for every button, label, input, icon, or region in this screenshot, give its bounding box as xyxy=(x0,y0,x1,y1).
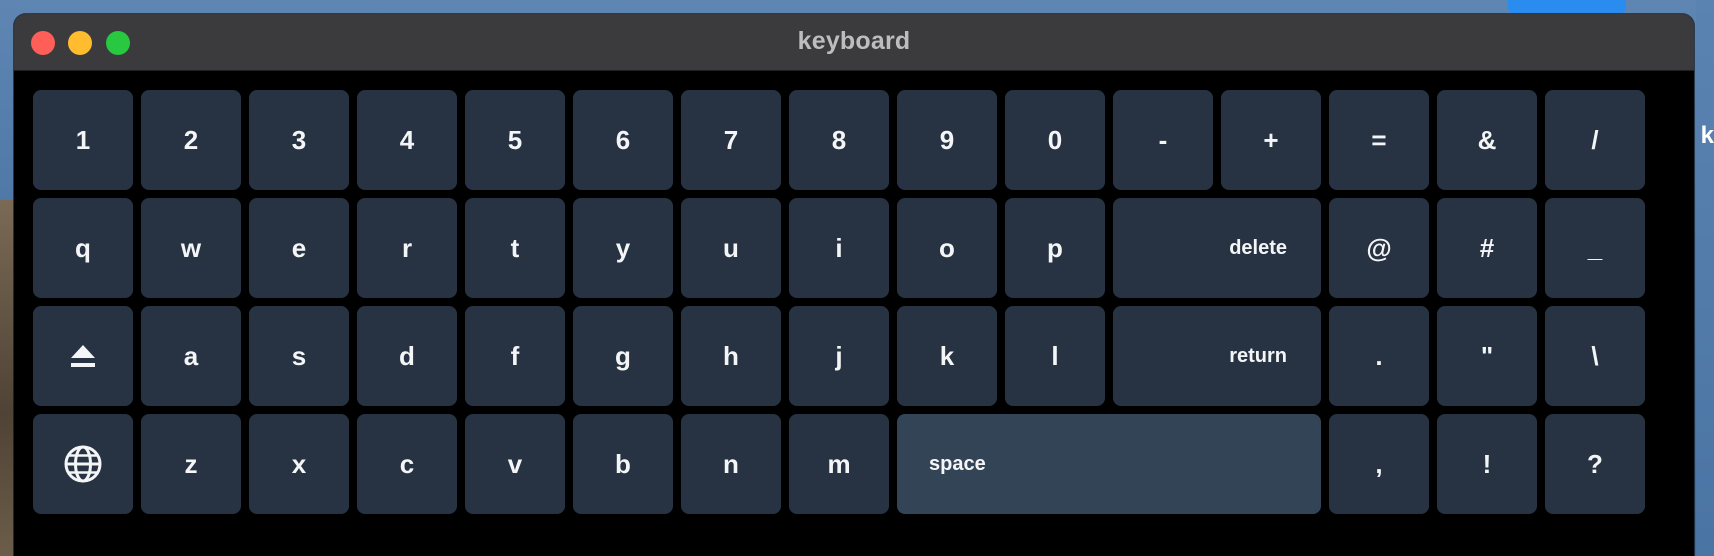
key-underscore[interactable]: _ xyxy=(1545,198,1645,298)
key-3[interactable]: 3 xyxy=(249,90,349,190)
key-6[interactable]: 6 xyxy=(573,90,673,190)
key-0[interactable]: 0 xyxy=(1005,90,1105,190)
key-7[interactable]: 7 xyxy=(681,90,781,190)
eject-shift-icon xyxy=(68,341,98,371)
key-f[interactable]: f xyxy=(465,306,565,406)
title-bar: keyboard xyxy=(14,14,1694,71)
key-b[interactable]: b xyxy=(573,414,673,514)
key-q[interactable]: q xyxy=(33,198,133,298)
key-u[interactable]: u xyxy=(681,198,781,298)
key-g[interactable]: g xyxy=(573,306,673,406)
key-comma[interactable]: , xyxy=(1329,414,1429,514)
key-space[interactable]: space xyxy=(897,414,1321,514)
key-4[interactable]: 4 xyxy=(357,90,457,190)
key-y[interactable]: y xyxy=(573,198,673,298)
key-slash[interactable]: / xyxy=(1545,90,1645,190)
key-o[interactable]: o xyxy=(897,198,997,298)
globe-icon xyxy=(62,443,104,485)
key-plus[interactable]: + xyxy=(1221,90,1321,190)
key-backslash[interactable]: \ xyxy=(1545,306,1645,406)
key-exclamation[interactable]: ! xyxy=(1437,414,1537,514)
key-minus[interactable]: - xyxy=(1113,90,1213,190)
key-period[interactable]: . xyxy=(1329,306,1429,406)
key-c[interactable]: c xyxy=(357,414,457,514)
key-j[interactable]: j xyxy=(789,306,889,406)
key-r[interactable]: r xyxy=(357,198,457,298)
key-8[interactable]: 8 xyxy=(789,90,889,190)
key-l[interactable]: l xyxy=(1005,306,1105,406)
key-ampersand[interactable]: & xyxy=(1437,90,1537,190)
key-delete[interactable]: delete xyxy=(1113,198,1321,298)
key-5[interactable]: 5 xyxy=(465,90,565,190)
key-v[interactable]: v xyxy=(465,414,565,514)
key-k[interactable]: k xyxy=(897,306,997,406)
keyboard-window: keyboard 1 2 3 4 5 6 7 8 9 0 - + = & / q… xyxy=(14,14,1694,556)
key-a[interactable]: a xyxy=(141,306,241,406)
key-shift[interactable] xyxy=(33,306,133,406)
key-9[interactable]: 9 xyxy=(897,90,997,190)
key-i[interactable]: i xyxy=(789,198,889,298)
desktop-wallpaper-edge xyxy=(1696,0,1714,556)
key-w[interactable]: w xyxy=(141,198,241,298)
window-title: keyboard xyxy=(797,27,911,55)
key-s[interactable]: s xyxy=(249,306,349,406)
key-n[interactable]: n xyxy=(681,414,781,514)
desktop-background-element xyxy=(1508,0,1626,14)
key-x[interactable]: x xyxy=(249,414,349,514)
key-1[interactable]: 1 xyxy=(33,90,133,190)
key-t[interactable]: t xyxy=(465,198,565,298)
key-2[interactable]: 2 xyxy=(141,90,241,190)
on-screen-keyboard: 1 2 3 4 5 6 7 8 9 0 - + = & / q w e r t … xyxy=(33,90,1682,530)
key-at[interactable]: @ xyxy=(1329,198,1429,298)
key-m[interactable]: m xyxy=(789,414,889,514)
key-h[interactable]: h xyxy=(681,306,781,406)
key-e[interactable]: e xyxy=(249,198,349,298)
key-question[interactable]: ? xyxy=(1545,414,1645,514)
key-quote[interactable]: " xyxy=(1437,306,1537,406)
key-hash[interactable]: # xyxy=(1437,198,1537,298)
key-z[interactable]: z xyxy=(141,414,241,514)
key-return[interactable]: return xyxy=(1113,306,1321,406)
key-d[interactable]: d xyxy=(357,306,457,406)
key-equals[interactable]: = xyxy=(1329,90,1429,190)
desktop-edge-text: k xyxy=(1700,122,1714,149)
key-p[interactable]: p xyxy=(1005,198,1105,298)
key-globe[interactable] xyxy=(33,414,133,514)
